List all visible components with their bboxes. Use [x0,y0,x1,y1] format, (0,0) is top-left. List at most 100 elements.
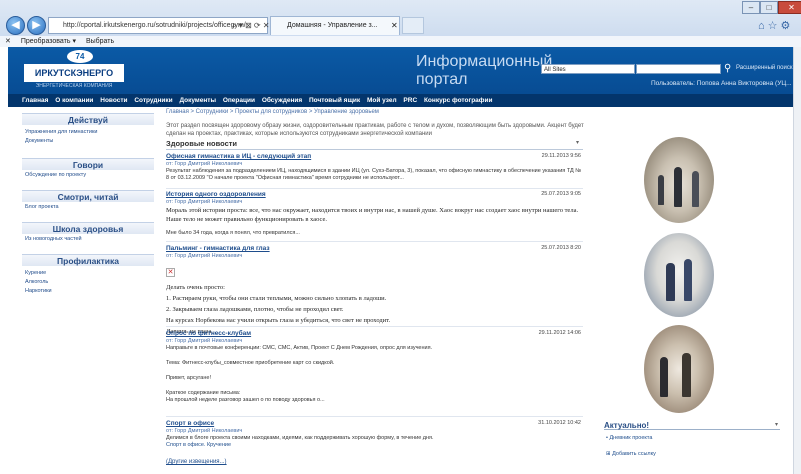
divider [166,416,583,417]
news-section-title: Здоровые новости ▾ [166,139,583,150]
divider [166,188,583,189]
window-controls: – □ ✕ [742,1,801,15]
top-navigation: Главная О компании Новости Сотрудники До… [8,94,793,107]
close-window-button[interactable]: ✕ [778,1,801,14]
news-title[interactable]: Опрос по фитнесс-клубам [166,330,583,338]
news-author[interactable]: от: Горр Дмитрий Николаевич [166,253,583,260]
sidebar-link[interactable]: Документы [22,137,154,146]
person-figure [684,259,692,301]
nav-item[interactable]: Главная [22,97,48,104]
breadcrumb[interactable]: Главная > Сотрудники > Проекты для сотру… [166,109,379,115]
nav-item[interactable]: О компании [55,97,93,104]
sidebar-link[interactable]: Упражнения для гимнастики [22,128,154,137]
news-line: На прошлой неделе разговор зашел о по по… [166,397,325,403]
person-figure [682,353,691,397]
office-gym-photo [644,233,714,317]
person-figure [692,171,699,207]
person-figure [666,263,675,301]
news-author[interactable]: от: Горр Дмитрий Николаевич [166,338,583,345]
news-body: Результат наблюдения за подразделением И… [166,168,582,181]
news-title[interactable]: Пальминг - гимнастика для глаз [166,245,583,253]
chevron-down-icon[interactable]: ▾ [775,421,778,428]
back-button[interactable]: ◀ [6,16,25,35]
cmd-select[interactable]: Выбрать [86,38,114,45]
sidebar: Действуй Упражнения для гимнастики Докум… [22,110,154,296]
sidebar-heading: Школа здоровья [22,222,154,234]
nav-item[interactable]: Новости [100,97,127,104]
command-bar: ✕ Преобразовать ▾ Выбрать [0,36,801,47]
sidebar-heading: Действуй [22,113,154,125]
news-line: Делать очень просто: [166,284,225,291]
news-author[interactable]: от: Горр Дмитрий Николаевич [166,428,583,435]
nav-item[interactable]: Документы [179,97,216,104]
nav-item[interactable]: Мой узел [367,97,397,104]
minimize-button[interactable]: – [742,1,760,14]
sidebar-link[interactable]: Наркотики [22,287,154,296]
advanced-search-link[interactable]: Расширенный поиск [736,65,793,71]
news-date: 29.11.2012 14:06 [538,330,581,336]
news-date: 29.11.2013 9:56 [541,153,581,159]
sidebar-link[interactable]: Курение [22,269,154,278]
sidebar-link[interactable]: Из новогодных частей [22,235,154,244]
project-diary-link[interactable]: • Дневник проекта [606,435,652,441]
person-figure [658,175,664,205]
cmd-convert[interactable]: Преобразовать ▾ [21,38,76,45]
news-author[interactable]: от: Горр Дмитрий Николаевич [166,161,583,168]
news-date: 25.07.2013 9:05 [541,191,581,197]
logo-subtitle: ЭНЕРГЕТИЧЕСКАЯ КОМПАНИЯ [35,83,113,89]
nav-item[interactable]: Почтовый ящик [309,97,360,104]
news-date: 25.07.2013 8:20 [541,245,581,251]
search-input[interactable] [636,64,721,74]
forward-button[interactable]: ▶ [27,16,46,35]
nav-item[interactable]: PRC [403,97,417,104]
nav-item[interactable]: Сотрудники [134,97,172,104]
news-line: 1. Растираем руки, чтобы они стали теплы… [166,295,387,302]
news-item: Офисная гимнастика в ИЦ - следующий этап… [166,153,583,182]
person-figure [674,167,682,207]
sidebar-link[interactable]: Обсуждение по проекту [22,171,154,180]
cmd-close-icon[interactable]: ✕ [5,38,11,45]
portal-title: Информационный портал [416,53,553,88]
news-item: Опрос по фитнесс-клубам 29.11.2012 14:06… [166,330,583,404]
news-title[interactable]: История одного оздоровления [166,191,583,199]
tab-active[interactable]: Домашняя - Управление з... [270,16,400,35]
news-item: Спорт в офисе 31.10.2012 10:42 от: Горр … [166,420,583,449]
address-actions-icon[interactable]: ⌕ ▾ ⊠ ⟳ ✕ [232,17,270,34]
user-menu[interactable]: Пользователь: Попова Анна Викторовна (УЦ… [651,79,797,87]
news-line: Тема: Фитнесс-клубы_совместное приобрете… [166,360,335,366]
sidebar-link[interactable]: Алкоголь [22,278,154,287]
nav-item[interactable]: Обсуждения [262,97,302,104]
news-author[interactable]: от: Горр Дмитрий Николаевич [166,199,583,206]
add-link-button[interactable]: ⊞ Добавить ссылку [606,451,656,457]
maximize-button[interactable]: □ [760,1,778,14]
news-date: 31.10.2012 10:42 [538,420,581,426]
news-item: История одного оздоровления 25.07.2013 9… [166,191,583,237]
news-body-more: Мне было 34 года, когда я понял, что пре… [166,230,300,236]
sidebar-heading: Говори [22,158,154,170]
divider [166,326,583,327]
nav-item[interactable]: Конкурс фотографии [424,97,493,104]
news-header-label: Здоровые новости [166,139,238,148]
tab-close-icon[interactable]: ✕ [391,16,398,35]
news-line[interactable]: Спорт в офисе. Кручение [166,442,583,449]
office-gym-photo [644,325,714,413]
office-gym-photo [644,137,714,223]
news-line: Направьте в почтовые конференции: СМС, С… [166,345,433,351]
new-tab-button[interactable] [402,17,424,34]
news-title[interactable]: Офисная гимнастика в ИЦ - следующий этап [166,153,583,161]
divider [166,241,583,242]
nav-item[interactable]: Операции [223,97,255,104]
chevron-down-icon[interactable]: ▾ [576,139,579,146]
intro-text: Этот раздел посвящен здоровому образу жи… [166,123,584,137]
search-scope-select[interactable]: All Sites [541,64,635,74]
scrollbar[interactable] [793,47,801,474]
news-line: На курсах Норбекова нас учили открыть гл… [166,317,391,324]
news-item: Пальминг - гимнастика для глаз 25.07.201… [166,245,583,337]
home-star-icons[interactable]: ⌂☆⚙ [758,19,793,32]
sidebar-link[interactable]: Блог проекта [22,203,154,212]
more-news-link[interactable]: (Другие извещения...) [166,459,227,465]
search-icon[interactable]: ⚲ [724,63,731,74]
logo[interactable]: ИРКУТСКЭНЕРГО [24,64,124,82]
news-line: 2. Закрываем глаза ладошками, плотно, чт… [166,306,344,313]
news-title[interactable]: Спорт в офисе [166,420,583,428]
